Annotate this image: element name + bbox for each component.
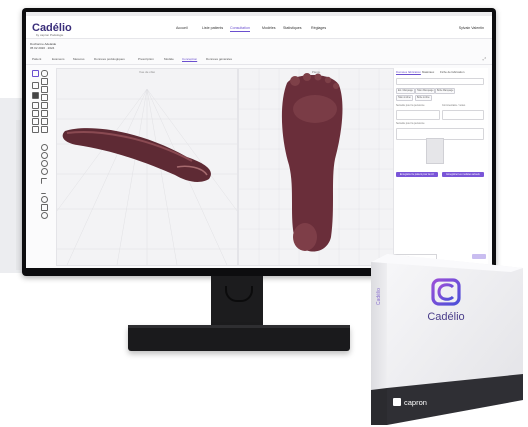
fabrication-side-panel: Données fabrication Matériaux Fiche de f… xyxy=(394,68,488,264)
side-tab-sheet[interactable]: Fiche de fabrication xyxy=(440,70,464,74)
app-screen: Cadélio by capron Podologie Accueil List… xyxy=(26,12,492,268)
insole-preview-thumbnail xyxy=(426,138,444,164)
patient-subheader: Ducharme Adelaide 05 02 2020 · 2024 xyxy=(30,42,56,50)
angle-tool-icon[interactable] xyxy=(41,126,48,133)
pin-tool-icon[interactable] xyxy=(41,212,48,219)
label-insole-person: Semelle pour la personne xyxy=(396,104,425,107)
chip-ext-marking[interactable]: Ext. Marquage xyxy=(396,88,415,94)
save-patient-button[interactable]: Enregistrer le patient pour la réf. xyxy=(396,172,438,177)
viewport-side[interactable]: Vue de côté xyxy=(56,68,238,266)
circle-tool-icon[interactable] xyxy=(41,144,48,151)
rotate-tool-icon[interactable] xyxy=(41,70,48,77)
tab-prescription[interactable]: Prescription xyxy=(138,57,154,61)
ring-tool-icon[interactable] xyxy=(41,160,48,167)
foot-tool-icon[interactable] xyxy=(32,110,39,117)
box-spine-band xyxy=(371,388,387,425)
label-comments: Commentaire / notes xyxy=(442,104,466,107)
tab-model[interactable]: Modèle xyxy=(164,57,174,61)
side-tab-materials[interactable]: Matériaux xyxy=(422,70,434,74)
box-spine-text: Cadélio xyxy=(376,288,382,305)
app-logo-tagline: by capron Podologie xyxy=(36,33,64,37)
shoe-tool-icon[interactable] xyxy=(32,118,39,125)
select-tool-icon[interactable] xyxy=(32,70,39,77)
box-brand-text: capron xyxy=(404,398,427,407)
nav-item-patients[interactable]: Liste patients xyxy=(202,26,223,30)
cable-hole xyxy=(225,286,253,302)
side-tab-fabrication[interactable]: Données fabrication xyxy=(396,70,421,74)
nav-item-consultation[interactable]: Consultation xyxy=(230,26,250,32)
nav-item-models[interactable]: Modèles xyxy=(262,26,276,30)
box-logo-text: Cadélio xyxy=(427,311,464,323)
nav-item-home[interactable]: Accueil xyxy=(176,26,188,30)
monitor-stand-base-edge xyxy=(128,325,350,328)
gear-tool-icon[interactable] xyxy=(41,196,48,203)
patient-dates: 05 02 2020 · 2024 xyxy=(30,46,55,50)
t-tool-icon[interactable] xyxy=(41,178,47,184)
monitor-stand-base xyxy=(128,325,350,351)
ruler-tool-icon[interactable] xyxy=(32,102,39,109)
top-navigation: Cadélio by capron Podologie Accueil List… xyxy=(26,16,492,39)
heel-tool-icon[interactable] xyxy=(41,118,48,125)
tab-conception[interactable]: Conception xyxy=(182,57,197,61)
line-tool-icon[interactable] xyxy=(41,188,46,194)
chip-box-marking[interactable]: Boîte Marquage xyxy=(435,88,456,94)
box-brand-icon xyxy=(393,398,401,406)
monitor: Cadélio by capron Podologie Accueil List… xyxy=(22,8,496,276)
person-tool-icon[interactable] xyxy=(32,82,39,89)
stack-tool-icon[interactable] xyxy=(32,126,39,133)
tab-podo-data[interactable]: Données podologiques xyxy=(94,57,125,61)
tool-palette xyxy=(30,68,50,228)
user-name[interactable]: Sylvain Valentin xyxy=(459,26,484,30)
chip-box-tilt[interactable]: Boîte incliné xyxy=(415,95,432,101)
fabrication-input[interactable] xyxy=(396,78,484,85)
insole-person-input[interactable] xyxy=(396,110,440,120)
expand-tool-icon[interactable] xyxy=(41,86,48,93)
consultation-tabs: Patient Examens Mesures Données podologi… xyxy=(26,54,492,65)
insole-tool-icon[interactable] xyxy=(32,92,39,99)
measure-tool-icon[interactable] xyxy=(41,102,48,109)
target-tool-icon[interactable] xyxy=(41,152,48,159)
triangle-tool-icon[interactable] xyxy=(41,204,48,211)
chip-heel-tilt[interactable]: Talon incliné xyxy=(396,95,413,101)
tab-patient[interactable]: Patient xyxy=(32,57,41,61)
tab-general-data[interactable]: Données générales xyxy=(206,57,232,61)
plantar-view-grid xyxy=(239,69,393,265)
disc-tool-icon[interactable] xyxy=(41,168,48,175)
nav-item-statistics[interactable]: Statistiques xyxy=(283,26,302,30)
chip-heel-marking[interactable]: Talon Marquage xyxy=(415,88,436,94)
comments-input[interactable] xyxy=(442,110,484,120)
side-view-floor-grid xyxy=(57,88,237,265)
tab-measures[interactable]: Mesures xyxy=(73,57,85,61)
expand-icon[interactable]: ⤢ xyxy=(483,56,486,61)
text-tool-icon[interactable] xyxy=(41,110,48,117)
nav-item-settings[interactable]: Réglages xyxy=(311,26,326,30)
save-models-button[interactable]: Enregistrer les modèles actuels xyxy=(442,172,484,177)
label-insole-person-2: Semelle pour la personne xyxy=(396,122,425,125)
viewport-plantar[interactable]: Plante xyxy=(238,68,394,266)
plantar-foot-model[interactable] xyxy=(281,73,343,252)
contour-tool-icon[interactable] xyxy=(41,94,48,101)
layers-tool-icon[interactable] xyxy=(41,78,48,85)
product-box: Cadélio Cadélio capron xyxy=(371,254,523,425)
monitor-stand-neck xyxy=(211,276,263,328)
tab-exams[interactable]: Examens xyxy=(52,57,65,61)
